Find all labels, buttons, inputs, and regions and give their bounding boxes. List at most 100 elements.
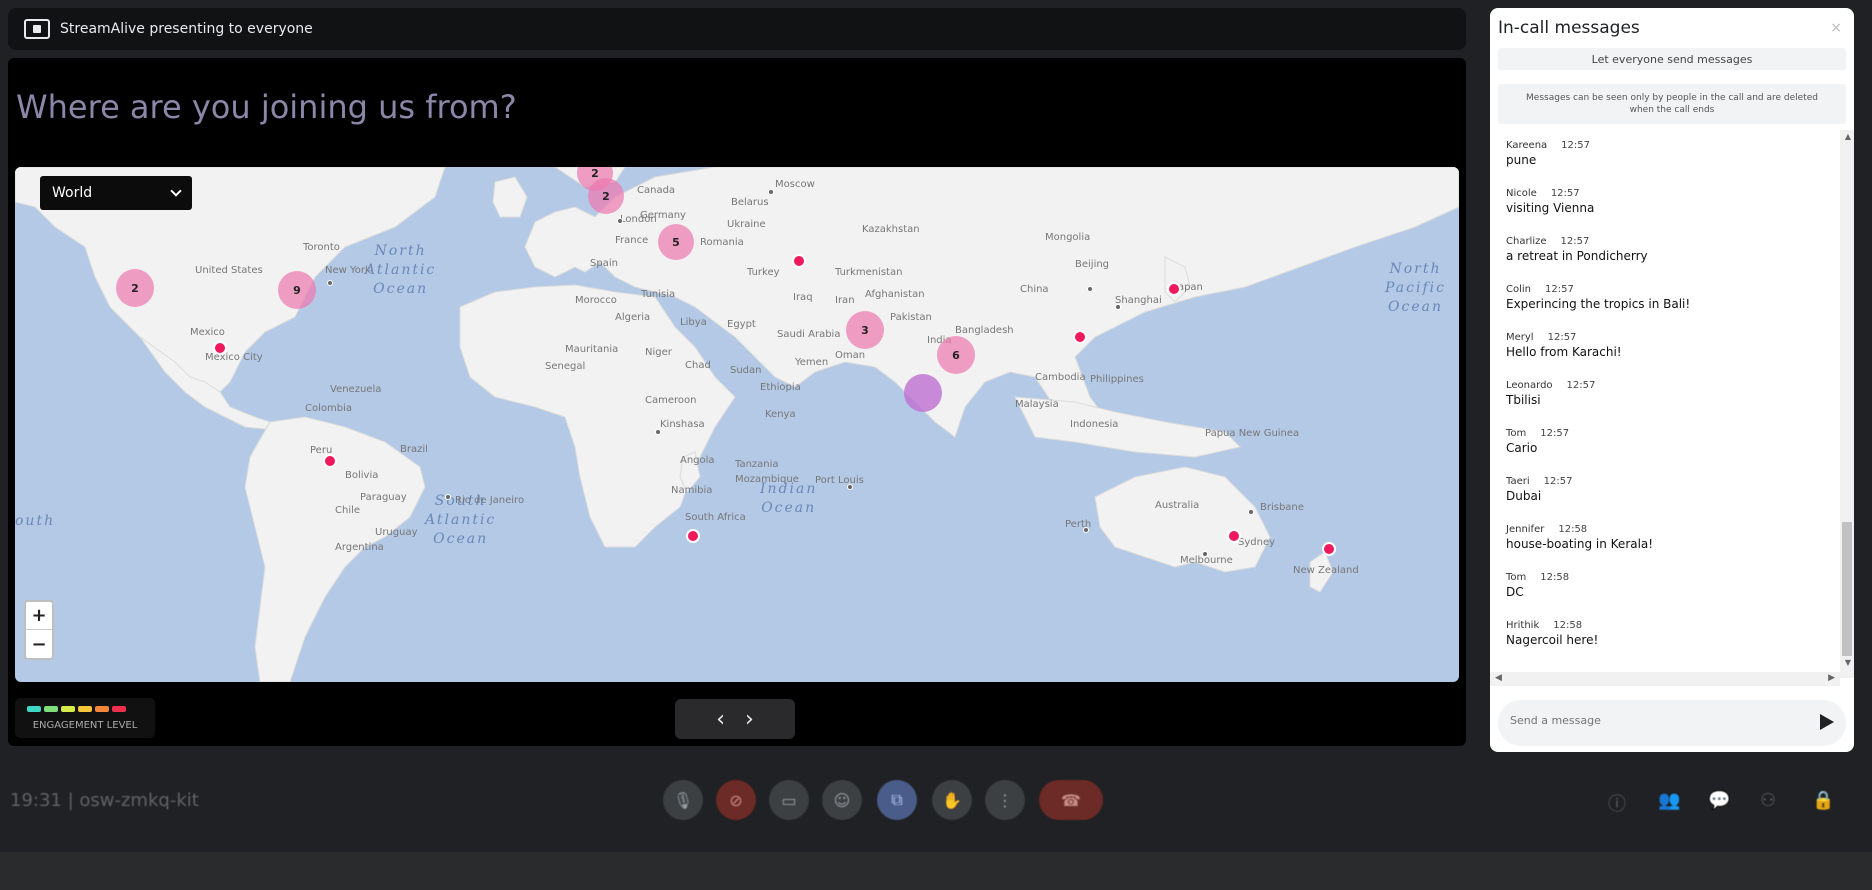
zoom-in-button[interactable]: + <box>26 602 52 630</box>
place-label: Malaysia <box>1015 399 1059 410</box>
city-dot <box>617 218 623 224</box>
message-time: 12:57 <box>1566 380 1596 391</box>
place-label: Ukraine <box>727 219 766 230</box>
location-pin[interactable] <box>213 341 227 355</box>
location-cluster[interactable]: 3 <box>846 311 884 349</box>
legend-swatch <box>61 706 75 712</box>
location-pin[interactable] <box>323 454 337 468</box>
microphone-button[interactable]: 🎙 <box>663 780 703 820</box>
place-label: Sudan <box>730 365 762 376</box>
presenting-bar: StreamAlive presenting to everyone <box>8 8 1466 50</box>
place-label: Namibia <box>671 485 713 496</box>
place-label: Kinshasa <box>660 419 705 430</box>
close-icon[interactable]: × <box>1830 20 1842 36</box>
place-label: Romania <box>700 237 744 248</box>
chat-message: Tom 12:58 DC <box>1506 572 1569 599</box>
location-pin[interactable] <box>792 254 806 268</box>
place-label: Niger <box>645 347 672 358</box>
let-everyone-send-toggle[interactable]: Let everyone send messages <box>1498 48 1846 70</box>
place-label: Afghanistan <box>865 289 925 300</box>
sender-name: Hrithik <box>1506 620 1540 631</box>
people-button[interactable]: 👥 <box>1658 790 1680 811</box>
place-label: Algeria <box>615 312 651 323</box>
raise-hand-button[interactable]: ✋ <box>932 780 972 820</box>
more-options-button[interactable]: ⋮ <box>985 780 1025 820</box>
meeting-details-button[interactable]: ⓘ <box>1608 790 1626 816</box>
place-label: Bolivia <box>345 470 379 481</box>
place-label: Paraguay <box>360 492 407 503</box>
location-cluster[interactable]: 2 <box>588 178 624 214</box>
scroll-up-icon[interactable]: ▲ <box>1845 132 1851 141</box>
location-cluster[interactable]: 2 <box>116 269 154 307</box>
ocean-label-indian: Indian Ocean <box>760 481 818 516</box>
send-message-input[interactable] <box>1510 714 1800 727</box>
location-pin[interactable] <box>1227 529 1241 543</box>
message-text: pune <box>1506 153 1537 167</box>
location-pin[interactable] <box>1073 330 1087 344</box>
zoom-out-button[interactable]: − <box>26 630 52 658</box>
place-label: Beijing <box>1075 259 1110 270</box>
place-label: Mexico City <box>205 352 263 363</box>
message-time: 12:57 <box>1560 236 1590 247</box>
sender-name: Leonardo <box>1506 380 1553 391</box>
scrollbar-thumb[interactable] <box>1842 522 1852 656</box>
scroll-down-icon[interactable]: ▼ <box>1845 658 1851 667</box>
location-pin[interactable] <box>1167 282 1181 296</box>
location-pin[interactable] <box>686 529 700 543</box>
sender-name: Jennifer <box>1506 524 1545 535</box>
activities-button[interactable]: ⚇ <box>1760 790 1776 811</box>
chat-button[interactable]: 💬 <box>1708 790 1730 811</box>
emoji-reaction-button[interactable]: ☺ <box>822 780 862 820</box>
chat-message: Charlize 12:57 a retreat in Pondicherry <box>1506 236 1648 263</box>
message-text: DC <box>1506 585 1524 599</box>
message-text: Nagercoil here! <box>1506 633 1599 647</box>
message-scrollbar[interactable] <box>1840 130 1854 678</box>
message-text: Dubai <box>1506 489 1542 503</box>
horizontal-scrollbar[interactable]: ◀ ▶ <box>1490 672 1840 686</box>
place-label: China <box>1020 284 1049 295</box>
chat-message: Jennifer 12:58 house-boating in Kerala! <box>1506 524 1653 551</box>
place-label: Bangladesh <box>955 325 1014 336</box>
camera-off-button[interactable]: ⊘ <box>716 780 756 820</box>
sender-name: Taeri <box>1506 476 1530 487</box>
message-time: 12:58 <box>1553 620 1583 631</box>
message-text: visiting Vienna <box>1506 201 1595 215</box>
place-label: South Africa <box>685 512 746 523</box>
location-cluster[interactable]: 5 <box>658 224 694 260</box>
location-pin[interactable] <box>1322 542 1336 556</box>
sender-name: Kareena <box>1506 140 1548 151</box>
place-label: Mongolia <box>1045 232 1091 243</box>
message-time: 12:57 <box>1547 332 1577 343</box>
legend-swatch <box>27 706 41 712</box>
place-label: Colombia <box>305 403 352 414</box>
place-label: Turkey <box>747 267 780 278</box>
location-cluster[interactable] <box>904 374 942 412</box>
present-now-button[interactable]: ⧉ <box>877 780 917 820</box>
host-controls-button[interactable]: 🔒 <box>1812 790 1834 811</box>
place-label: Indonesia <box>1070 419 1119 430</box>
region-select[interactable]: World <box>40 176 192 210</box>
place-label: Angola <box>680 455 715 466</box>
prev-slide-button[interactable]: ‹ <box>716 707 725 732</box>
scroll-left-icon[interactable]: ◀ <box>1495 673 1502 683</box>
scroll-right-icon[interactable]: ▶ <box>1828 673 1835 683</box>
message-time: 12:58 <box>1558 524 1588 535</box>
message-text: Hello from Karachi! <box>1506 345 1622 359</box>
captions-button[interactable]: ▭ <box>769 780 809 820</box>
city-dot <box>847 484 853 490</box>
place-label: Iraq <box>793 292 813 303</box>
sender-name: Nicole <box>1506 188 1537 199</box>
send-icon[interactable] <box>1820 714 1834 730</box>
chat-message: Colin 12:57 Experincing the tropics in Ba… <box>1506 284 1690 311</box>
next-slide-button[interactable]: › <box>745 707 754 732</box>
leave-call-button[interactable]: ☎ <box>1039 780 1103 820</box>
chat-info-notice: Messages can be seen only by people in t… <box>1498 84 1846 124</box>
sender-name: Meryl <box>1506 332 1534 343</box>
world-map[interactable]: World + − North Atlantic Ocean North Pac… <box>15 167 1459 682</box>
location-cluster[interactable]: 9 <box>278 271 316 309</box>
sender-name: Tom <box>1506 428 1527 439</box>
place-label: Philippines <box>1090 374 1144 385</box>
location-cluster[interactable]: 6 <box>937 336 975 374</box>
meeting-controls-bar: 19:31 | osw-zmkq-kit 🎙 ⊘ ▭ ☺ ⧉ ✋ ⋮ ☎ ⓘ 👥… <box>0 760 1872 852</box>
region-select-value: World <box>52 185 93 201</box>
